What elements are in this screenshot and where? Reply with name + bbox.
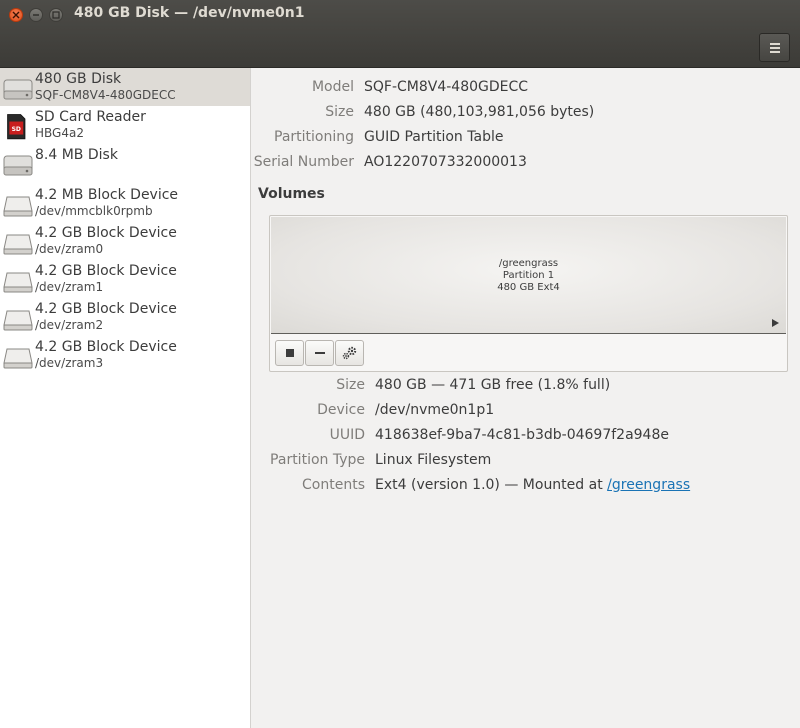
hard-disk-icon [3, 79, 33, 100]
block-device-icon [3, 196, 33, 217]
size-value: 480 GB (480,103,981,056 bytes) [364, 104, 595, 120]
volume-segment-label: /greengrass [498, 258, 559, 269]
volume-segment-partition: Partition 1 [502, 270, 555, 281]
device-subtitle: SQF-CM8V4-480GDECC [35, 88, 176, 102]
mount-point-link[interactable]: /greengrass [607, 477, 690, 493]
device-item-480gb-disk[interactable]: 480 GB Disk SQF-CM8V4-480GDECC [0, 68, 250, 106]
volume-segment-partition-1[interactable]: /greengrass Partition 1 480 GB Ext4 [271, 217, 786, 334]
close-window-button[interactable] [9, 8, 23, 22]
hamburger-icon-line [770, 51, 780, 53]
serial-number-value: AO1220707332000013 [364, 154, 527, 170]
device-item-sd-card-reader[interactable]: SD SD Card Reader HBG4a2 [0, 106, 250, 144]
device-subtitle: /dev/zram0 [35, 242, 104, 256]
delete-partition-button[interactable] [305, 340, 334, 366]
close-icon [12, 11, 20, 19]
device-value: /dev/nvme0n1p1 [375, 402, 495, 418]
hamburger-icon [770, 43, 780, 45]
sd-card-icon: SD [7, 114, 26, 140]
contents-value: Ext4 (version 1.0) — Mounted at /greengr… [375, 477, 690, 493]
device-subtitle: /dev/mmcblk0rpmb [35, 204, 153, 218]
minimize-icon [33, 14, 39, 16]
device-name: 480 GB Disk [35, 71, 122, 87]
block-device-icon [3, 234, 33, 255]
play-arrow-icon [772, 319, 779, 327]
block-device-icon [3, 310, 33, 331]
device-name: 4.2 GB Block Device [35, 339, 177, 355]
device-subtitle: /dev/zram2 [35, 318, 104, 332]
stop-icon [276, 341, 303, 365]
partition-size-value: 480 GB — 471 GB free (1.8% full) [375, 377, 611, 393]
device-name: SD Card Reader [35, 109, 146, 125]
volumes-frame: /greengrass Partition 1 480 GB Ext4 [269, 215, 788, 372]
device-item-zram0[interactable]: 4.2 GB Block Device /dev/zram0 [0, 222, 250, 260]
unmount-button[interactable] [275, 340, 304, 366]
uuid-label: UUID [329, 427, 365, 443]
hamburger-icon-line [770, 47, 780, 49]
device-item-zram1[interactable]: 4.2 GB Block Device /dev/zram1 [0, 260, 250, 298]
maximize-window-button[interactable] [49, 8, 63, 22]
device-subtitle: /dev/zram3 [35, 356, 104, 370]
device-subtitle: /dev/zram1 [35, 280, 104, 294]
menu-button[interactable] [759, 33, 790, 62]
partitioning-label: Partitioning [274, 129, 354, 145]
partitioning-value: GUID Partition Table [364, 129, 504, 145]
maximize-icon [52, 11, 60, 19]
device-name: 4.2 MB Block Device [35, 187, 179, 203]
device-name: 4.2 GB Block Device [35, 225, 177, 241]
contents-label: Contents [302, 477, 365, 493]
hard-disk-icon [3, 155, 33, 176]
uuid-value: 418638ef-9ba7-4c81-b3db-04697f2a948e [375, 427, 669, 443]
header-bar: 480 GB Disk — /dev/nvme0n1 [0, 0, 800, 68]
window-title: 480 GB Disk — /dev/nvme0n1 [74, 5, 305, 21]
device-name: 4.2 GB Block Device [35, 301, 177, 317]
device-item-zram3[interactable]: 4.2 GB Block Device /dev/zram3 [0, 336, 250, 374]
minus-icon [306, 341, 333, 365]
disk-details-pane: Model SQF-CM8V4-480GDECC Size 480 GB (48… [252, 68, 800, 728]
device-item-mmcblk0rpmb[interactable]: 4.2 MB Block Device /dev/mmcblk0rpmb [0, 184, 250, 222]
model-label: Model [311, 79, 354, 95]
partition-options-button[interactable] [335, 340, 364, 366]
volume-segment-size: 480 GB Ext4 [497, 282, 560, 293]
device-name: 4.2 GB Block Device [35, 263, 177, 279]
device-subtitle: HBG4a2 [35, 126, 84, 140]
size-label: Size [325, 104, 354, 120]
device-label: Device [317, 402, 365, 418]
partition-type-label: Partition Type [270, 452, 365, 468]
svg-text:SD: SD [12, 126, 21, 133]
gears-icon [336, 341, 363, 365]
contents-text: Ext4 (version 1.0) — Mounted at [375, 477, 608, 493]
minimize-window-button[interactable] [29, 8, 43, 22]
serial-number-label: Serial Number [253, 154, 354, 170]
volumes-heading: Volumes [258, 186, 325, 202]
block-device-icon [3, 272, 33, 293]
block-device-icon [3, 348, 33, 369]
partition-type-value: Linux Filesystem [375, 452, 492, 468]
device-item-8mb-disk[interactable]: 8.4 MB Disk [0, 144, 250, 182]
model-value: SQF-CM8V4-480GDECC [364, 79, 529, 95]
device-name: 8.4 MB Disk [35, 147, 118, 163]
device-item-zram2[interactable]: 4.2 GB Block Device /dev/zram2 [0, 298, 250, 336]
device-list: 480 GB Disk SQF-CM8V4-480GDECC SD SD Car… [0, 68, 251, 728]
partition-size-label: Size [336, 377, 365, 393]
